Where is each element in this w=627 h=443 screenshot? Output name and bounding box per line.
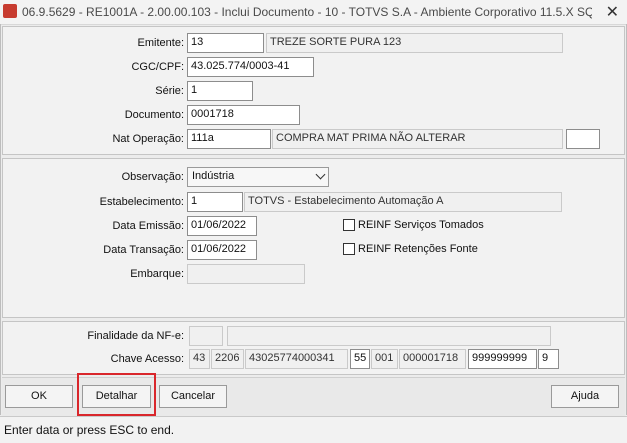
chave-codigo-field[interactable]: 999999999 xyxy=(468,349,537,369)
documento-field[interactable]: 0001718 xyxy=(187,105,300,125)
reinf-retencoes-checkbox[interactable]: REINF Retenções Fonte xyxy=(343,243,478,256)
cgc-label: CGC/CPF: xyxy=(131,61,184,73)
observacao-label: Observação: xyxy=(121,171,184,183)
ajuda-button[interactable]: Ajuda xyxy=(551,385,619,408)
data-emissao-field[interactable]: 01/06/2022 xyxy=(187,216,257,236)
chave-cnpj-field: 43025774000341 xyxy=(245,349,348,369)
natop-label: Nat Operação: xyxy=(112,133,184,145)
reinf-servicos-label: REINF Serviços Tomados xyxy=(358,219,484,231)
ok-button[interactable]: OK xyxy=(5,385,73,408)
checkbox-icon xyxy=(343,219,355,232)
chave-serie-field: 001 xyxy=(371,349,398,369)
reinf-servicos-checkbox[interactable]: REINF Serviços Tomados xyxy=(343,219,484,232)
chave-numero-field: 000001718 xyxy=(399,349,466,369)
serie-label: Série: xyxy=(155,85,184,97)
embarque-field xyxy=(187,264,305,284)
close-icon[interactable]: ✕ xyxy=(606,2,619,22)
chave-modelo-field[interactable]: 55 xyxy=(350,349,370,369)
estabelecimento-label: Estabelecimento: xyxy=(99,196,184,208)
data-transacao-field[interactable]: 01/06/2022 xyxy=(187,240,257,260)
natop-desc-field: COMPRA MAT PRIMA NÃO ALTERAR xyxy=(272,129,563,149)
finalidade-label: Finalidade da NF-e: xyxy=(87,330,184,342)
data-transacao-label: Data Transação: xyxy=(103,244,184,256)
serie-field[interactable]: 1 xyxy=(187,81,253,101)
status-bar: Enter data or press ESC to end. xyxy=(0,416,627,443)
natop-code-field[interactable]: 111a xyxy=(187,129,271,149)
nfe-panel: Finalidade da NF-e: Chave Acesso: 43 220… xyxy=(2,321,625,375)
reinf-retencoes-label: REINF Retenções Fonte xyxy=(358,243,478,255)
embarque-label: Embarque: xyxy=(130,268,184,280)
estabelecimento-code-field[interactable]: 1 xyxy=(187,192,243,212)
chave-uf-field: 43 xyxy=(189,349,210,369)
chave-aamm-field: 2206 xyxy=(211,349,244,369)
chave-dv-field[interactable]: 9 xyxy=(538,349,559,369)
window-title: 06.9.5629 - RE1001A - 2.00.00.103 - Incl… xyxy=(22,5,592,19)
cgc-field[interactable]: 43.025.774/0003-41 xyxy=(187,57,314,77)
emitente-code-field[interactable]: 13 xyxy=(187,33,264,53)
observacao-select[interactable]: Indústria xyxy=(187,167,329,187)
detalhar-button[interactable]: Detalhar xyxy=(82,385,151,408)
documento-label: Documento: xyxy=(124,109,184,121)
cancelar-button[interactable]: Cancelar xyxy=(159,385,227,408)
chevron-down-icon xyxy=(315,169,326,180)
emitente-name-field: TREZE SORTE PURA 123 xyxy=(266,33,563,53)
observacao-value: Indústria xyxy=(192,170,235,182)
chave-acesso-label: Chave Acesso: xyxy=(110,353,184,365)
data-emissao-label: Data Emissão: xyxy=(112,220,184,232)
checkbox-icon xyxy=(343,243,355,256)
title-bar: 06.9.5629 - RE1001A - 2.00.00.103 - Incl… xyxy=(0,0,627,25)
status-text: Enter data or press ESC to end. xyxy=(4,423,175,437)
details-panel: Observação: Indústria Estabelecimento: 1… xyxy=(2,158,625,318)
natop-extra-field[interactable] xyxy=(566,129,600,149)
finalidade-desc-field xyxy=(227,326,551,346)
estabelecimento-desc-field: TOTVS - Estabelecimento Automação A xyxy=(244,192,562,212)
dialog-frame: Emitente: 13 TREZE SORTE PURA 123 CGC/CP… xyxy=(0,24,627,416)
document-panel: Emitente: 13 TREZE SORTE PURA 123 CGC/CP… xyxy=(2,26,625,155)
emitente-label: Emitente: xyxy=(137,37,184,49)
finalidade-code-field xyxy=(189,326,223,346)
app-icon xyxy=(3,4,17,18)
button-bar: OK Detalhar Cancelar Ajuda xyxy=(2,377,625,416)
